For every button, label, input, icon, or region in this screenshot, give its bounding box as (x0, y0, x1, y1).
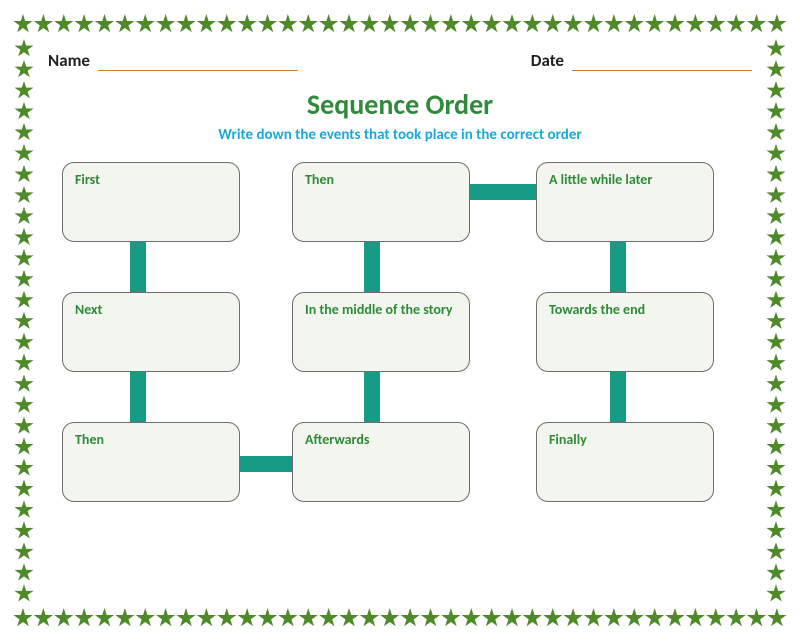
box-label: Then (75, 431, 104, 448)
meta-row: Name Date (42, 42, 758, 71)
sequence-box-finally[interactable]: Finally (536, 422, 714, 502)
name-input-line[interactable] (98, 57, 298, 71)
box-label: Finally (549, 431, 587, 448)
sequence-box-a-little-while[interactable]: A little while later (536, 162, 714, 242)
box-label: Towards the end (549, 301, 645, 318)
connector (462, 184, 542, 200)
box-label: In the middle of the story (305, 301, 453, 318)
box-label: Then (305, 171, 334, 188)
sequence-box-then-1[interactable]: Then (292, 162, 470, 242)
date-label: Date (531, 50, 564, 71)
box-label: Next (75, 301, 102, 318)
sequence-box-first[interactable]: First (62, 162, 240, 242)
name-label: Name (48, 50, 90, 71)
box-label: A little while later (549, 171, 652, 188)
sequence-box-afterwards[interactable]: Afterwards (292, 422, 470, 502)
name-field: Name (48, 50, 298, 71)
sequence-box-then-2[interactable]: Then (62, 422, 240, 502)
date-field: Date (531, 50, 752, 71)
page-subtitle: Write down the events that took place in… (42, 126, 758, 144)
page-title: Sequence Order (42, 87, 758, 122)
sequence-box-next[interactable]: Next (62, 292, 240, 372)
box-label: First (75, 171, 100, 188)
sequence-box-towards-end[interactable]: Towards the end (536, 292, 714, 372)
worksheet: Name Date Sequence Order Write down the … (42, 42, 758, 600)
box-label: Afterwards (305, 431, 369, 448)
date-input-line[interactable] (572, 57, 752, 71)
sequence-diagram: First Then A little while later Next In … (42, 162, 758, 542)
sequence-box-middle[interactable]: In the middle of the story (292, 292, 470, 372)
